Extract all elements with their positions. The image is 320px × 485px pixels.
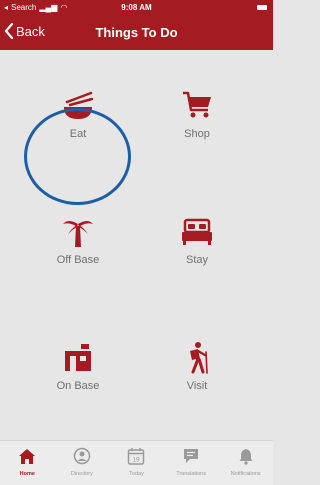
tile-label: Visit bbox=[186, 380, 208, 392]
tab-directory[interactable]: Directory bbox=[55, 441, 110, 485]
tab-translations[interactable]: Translations bbox=[164, 441, 219, 485]
tab-today[interactable]: 19 Today bbox=[109, 441, 164, 485]
tile-shop[interactable]: Shop bbox=[142, 88, 252, 178]
bell-icon bbox=[239, 449, 253, 465]
hiker-icon bbox=[190, 342, 208, 374]
chat-icon bbox=[184, 449, 199, 463]
palm-tree-icon bbox=[63, 221, 93, 247]
tile-stay[interactable]: Stay bbox=[142, 214, 252, 304]
tile-on-base[interactable]: On Base bbox=[23, 340, 133, 430]
tab-label: Today bbox=[129, 471, 144, 477]
tile-visit[interactable]: Visit bbox=[142, 340, 252, 430]
tile-label: Stay bbox=[185, 254, 208, 266]
tab-bar: Home Directory 19 Today Translations Not… bbox=[0, 440, 273, 485]
tab-label: Translations bbox=[176, 471, 206, 477]
status-bar: ◂ Search ▂▄▆ ◠ 9:08 AM bbox=[0, 0, 273, 16]
nav-bar: Back Things To Do bbox=[0, 16, 273, 50]
page-title: Things To Do bbox=[95, 25, 178, 40]
bowl-chopsticks-icon bbox=[64, 91, 94, 119]
tile-label: Shop bbox=[184, 128, 210, 140]
tile-label: Eat bbox=[69, 128, 87, 140]
tile-off-base[interactable]: Off Base bbox=[23, 214, 133, 304]
tile-eat[interactable]: Eat bbox=[23, 88, 133, 178]
calendar-day: 19 bbox=[133, 457, 141, 464]
bed-icon bbox=[182, 218, 212, 245]
shopping-cart-icon bbox=[183, 91, 211, 118]
calendar-icon: 19 bbox=[128, 448, 145, 465]
things-to-do-grid: Eat Shop Off Base Stay On Base Visit bbox=[0, 50, 273, 440]
tile-label: Off Base bbox=[56, 254, 100, 266]
tab-label: Notifications bbox=[230, 471, 261, 477]
status-time: 9:08 AM bbox=[121, 3, 152, 12]
tab-label: Home bbox=[19, 471, 35, 477]
battery-icon bbox=[257, 5, 267, 10]
home-icon bbox=[19, 449, 36, 464]
tab-label: Directory bbox=[70, 471, 93, 477]
tile-label: On Base bbox=[56, 380, 100, 392]
tab-notifications[interactable]: Notifications bbox=[218, 441, 273, 485]
mailbox-building-icon bbox=[65, 344, 91, 371]
tab-home[interactable]: Home bbox=[0, 441, 55, 485]
person-icon bbox=[73, 447, 91, 465]
